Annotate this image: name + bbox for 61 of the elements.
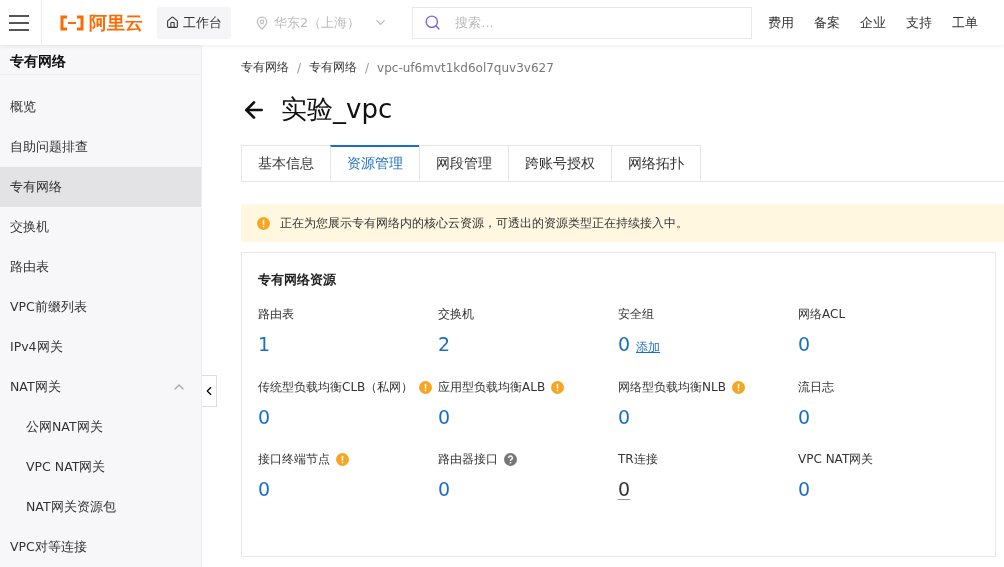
resource-count[interactable]: 0 [438,406,451,428]
collapse-button[interactable] [202,375,217,407]
resource-label: 网络ACL [798,305,846,323]
resource-label: TR连接 [618,450,658,468]
map-pin-icon [255,15,269,30]
tab[interactable]: 基本信息 [241,145,331,181]
search-field[interactable]: 搜索... [412,6,753,39]
workbench-button[interactable]: 工作台 [157,6,231,39]
help-icon[interactable] [504,452,517,466]
breadcrumb-link[interactable]: vpc-uf6mvt1kd6ol7quv3v627 [377,60,554,75]
sidebar-item[interactable]: 公网NAT网关 [0,407,201,447]
search-icon [424,13,442,31]
sidebar-item[interactable]: 交换机 [0,207,201,247]
resource-label: 路由器接口 [438,450,498,468]
resource-count[interactable]: 2 [438,333,451,355]
resource-label: VPC NAT网关 [798,450,874,468]
breadcrumb-link[interactable]: 专有网络 [309,59,358,76]
breadcrumb-separator: / [297,60,302,75]
resource-count[interactable]: 0 [798,333,811,355]
resource-label: 应用型负载均衡ALB [438,378,546,396]
resource-count[interactable]: 0 [618,333,631,355]
resource-label: 流日志 [798,378,834,396]
notice-text: 正在为您展示专有网络内的核心云资源，可透出的资源类型正在持续接入中。 [280,214,688,232]
nav-link[interactable]: 费用 [768,13,795,32]
resource-label: 接口终端节点 [258,450,330,468]
sidebar-item[interactable]: VPC前缀列表 [0,287,201,327]
nav-link[interactable]: 支持 [906,13,933,32]
sidebar-title: 专有网络 [0,49,201,75]
resource-label: 交换机 [438,305,474,323]
nav-link[interactable]: 企业 [860,13,887,32]
resource-count[interactable]: 0 [258,406,271,428]
nav-link[interactable]: 工单 [952,13,979,32]
resource-label: 传统型负载均衡CLB（私网） [258,378,414,396]
resource-count[interactable]: 0 [438,478,451,500]
resource-label: 安全组 [618,305,654,323]
page-title: 实验_vpc [281,93,393,126]
sidebar-item[interactable]: 路由表 [0,247,201,287]
nav-link[interactable]: 备案 [814,13,841,32]
add-link[interactable]: 添加 [636,339,661,356]
resource-count[interactable]: 0 [798,478,811,500]
tab[interactable]: 网络拓扑 [611,145,701,181]
sidebar-item[interactable]: 自助问题排查 [0,127,201,167]
resource-count[interactable]: 0 [618,478,631,500]
breadcrumb-separator: / [365,60,370,75]
sidebar-item[interactable]: 概览 [0,87,201,127]
resource-count[interactable]: 0 [798,406,811,428]
sidebar-item[interactable]: IPv4网关 [0,327,201,367]
sidebar-item[interactable]: NAT网关 [0,367,201,407]
resource-count[interactable]: 0 [258,478,271,500]
sidebar-item[interactable]: VPC NAT网关 [0,447,201,487]
sidebar-item[interactable]: VPC对等连接 [0,527,201,567]
home-icon [166,16,179,29]
card-title: 专有网络资源 [258,271,337,289]
resource-count[interactable]: 0 [618,406,631,428]
breadcrumb-link[interactable]: 专有网络 [241,59,289,76]
resource-label: 网络型负载均衡NLB [618,378,726,396]
resource-count[interactable]: 1 [258,333,271,355]
sidebar-item[interactable]: 专有网络 [0,167,201,207]
sidebar-item[interactable]: NAT网关资源包 [0,487,201,527]
resource-label: 路由表 [258,305,294,323]
warning-icon [257,216,270,230]
